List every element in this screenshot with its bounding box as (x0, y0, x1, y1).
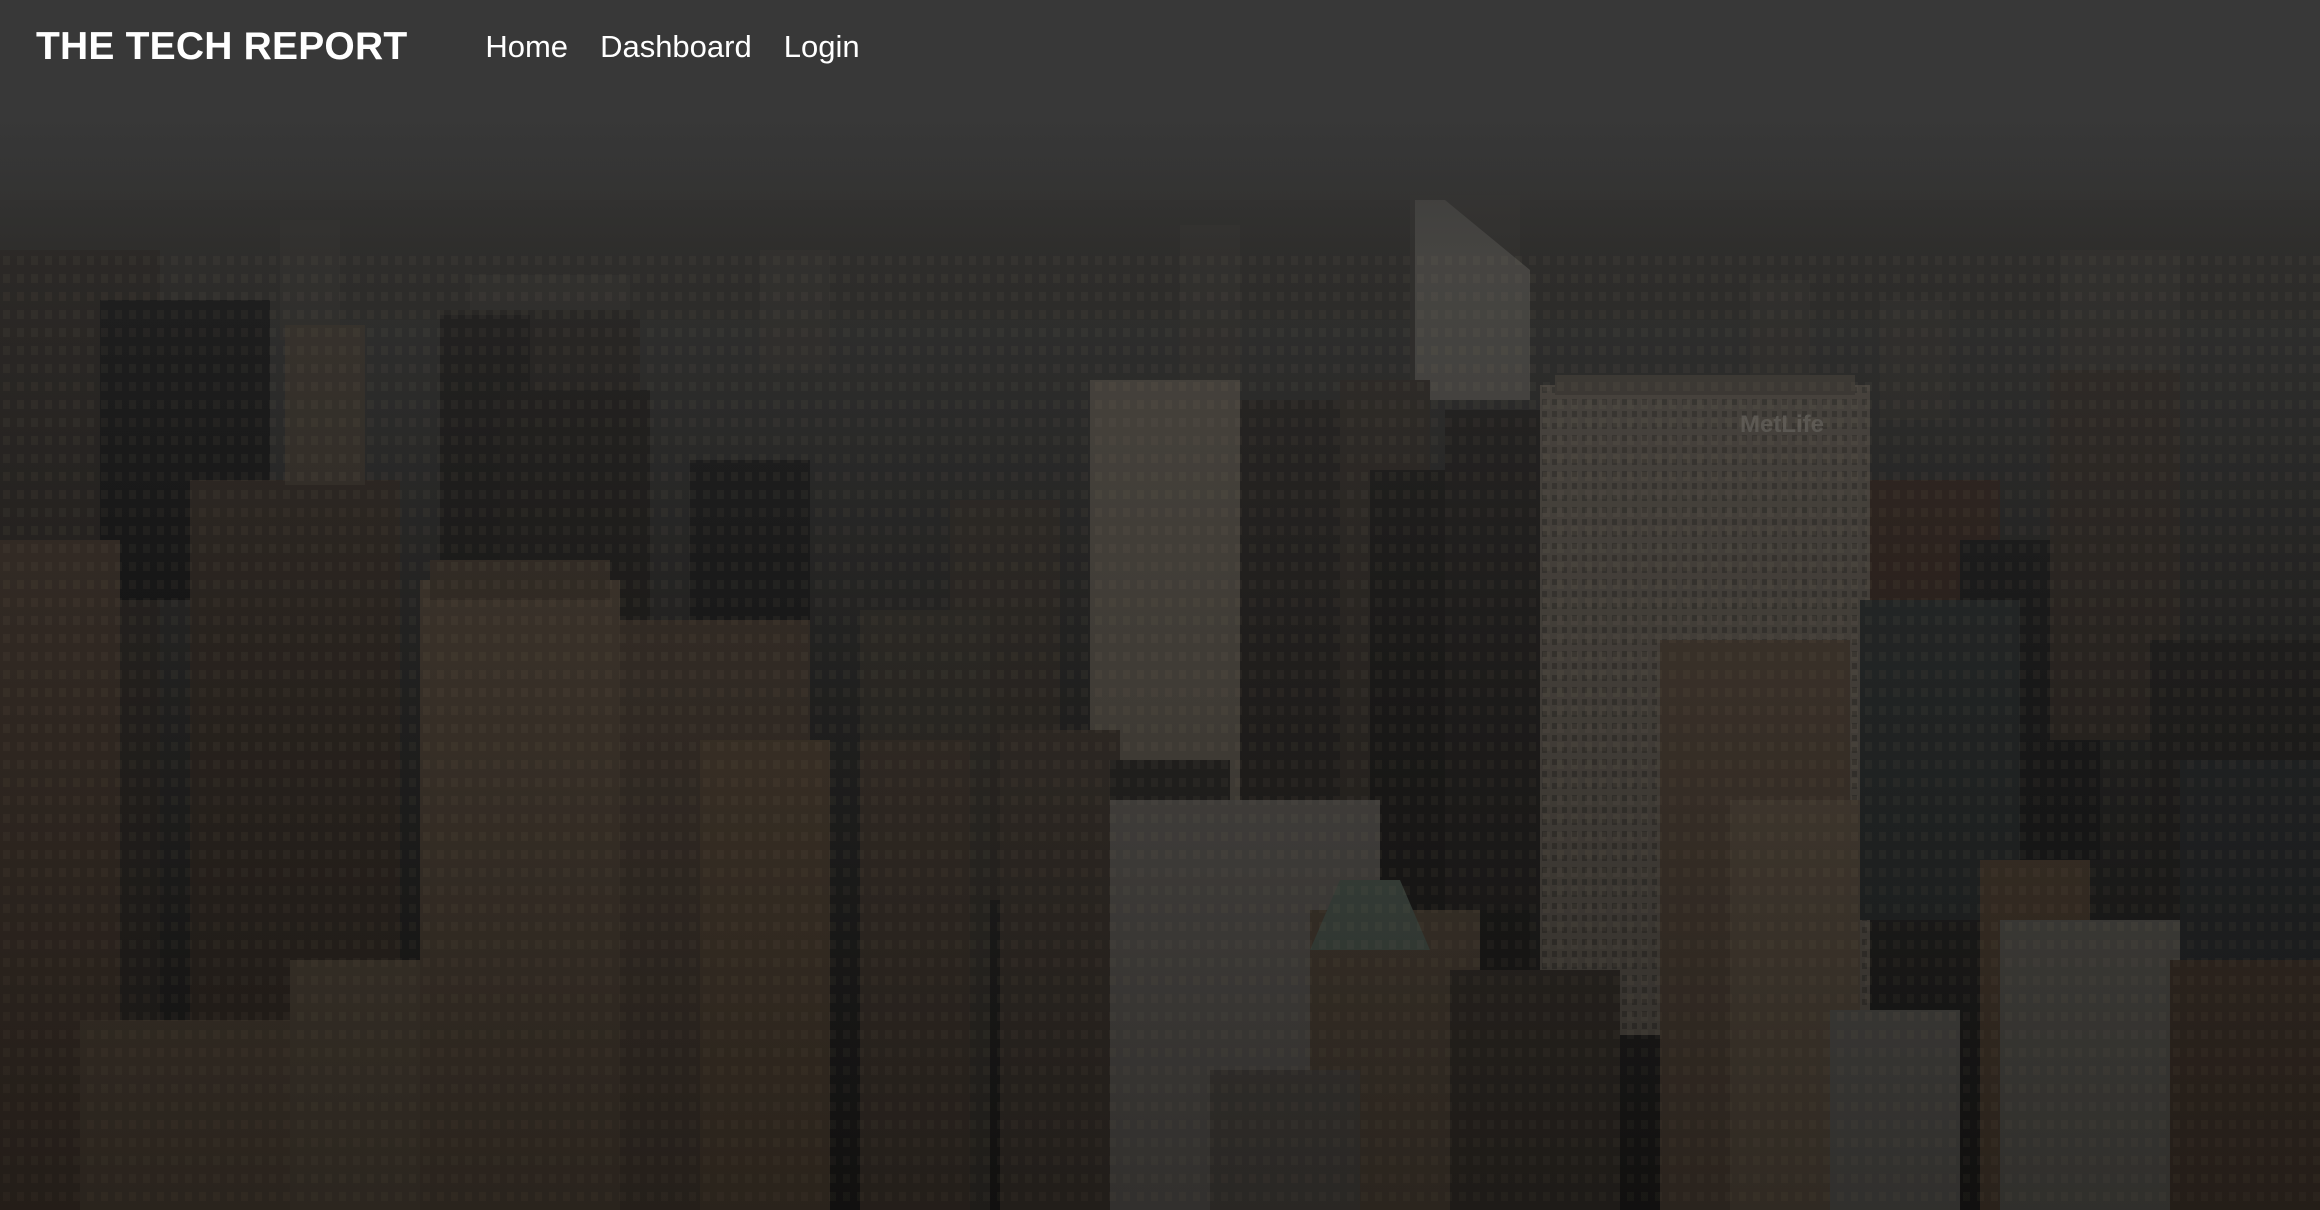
nav-link-login[interactable]: Login (768, 29, 876, 65)
hero-background: MetLife (0, 0, 2320, 1210)
nav-link-home[interactable]: Home (469, 29, 584, 65)
city-skyline-image: MetLife (0, 0, 2320, 1210)
top-navbar: THE TECH REPORT Home Dashboard Login (0, 0, 2320, 94)
nav-links: Home Dashboard Login (469, 29, 875, 65)
nav-link-dashboard[interactable]: Dashboard (584, 29, 768, 65)
brand-logo-link[interactable]: THE TECH REPORT (36, 25, 407, 69)
